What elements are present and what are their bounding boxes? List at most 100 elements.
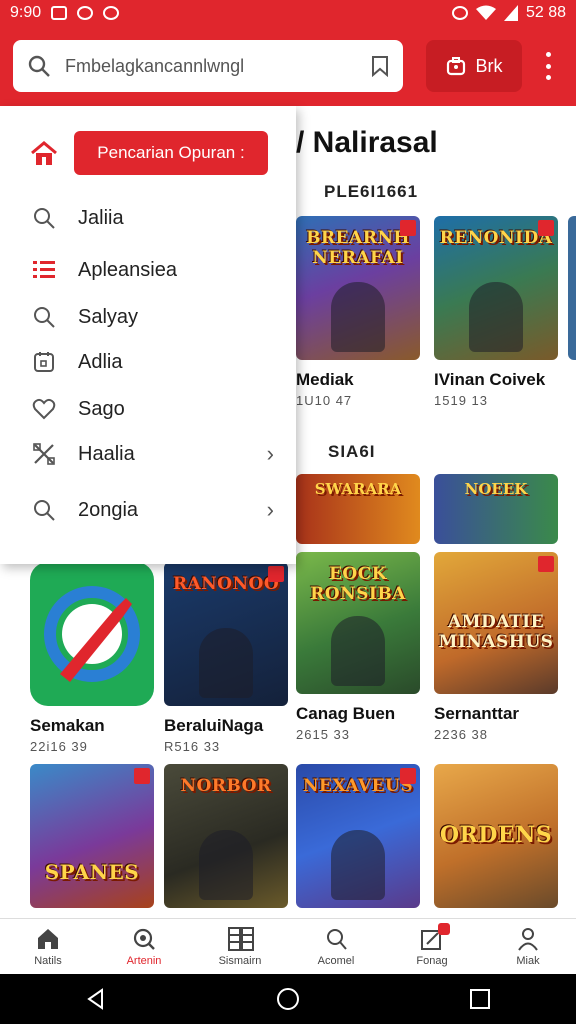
nav-item-explore[interactable]: Acomel <box>288 919 384 974</box>
list-icon <box>32 258 56 282</box>
drawer-item-label: Adlia <box>78 350 123 373</box>
grid-icon <box>228 926 254 951</box>
game-art-title: NORBOR <box>180 776 272 796</box>
bottom-navigation: Natils Artenin Sismairn Acomel Fonag Mia… <box>0 918 576 974</box>
recents-icon[interactable] <box>468 987 492 1011</box>
game-thumbnail-partial[interactable] <box>568 216 576 360</box>
section-title: / Nalirasal <box>296 126 438 159</box>
search-icon <box>27 54 51 78</box>
search-icon <box>32 498 56 522</box>
game-art-title: ORDENS <box>439 822 553 848</box>
game-thumbnail: EOCK RONSIBA <box>296 552 420 694</box>
game-title: Sernanttar <box>434 704 520 723</box>
back-icon[interactable] <box>84 987 108 1011</box>
drawer-item-label: Haalia <box>78 442 135 465</box>
home-icon[interactable] <box>30 141 57 165</box>
app-notification-icon <box>77 6 94 20</box>
app-title: Semakan <box>30 716 105 735</box>
person-icon <box>516 927 540 951</box>
chevron-right-icon: › <box>266 497 274 522</box>
drawer-item-label: Salyay <box>78 305 139 328</box>
game-meta: 1519 13 <box>434 393 488 408</box>
drawer-item-2ongia[interactable]: 2ongia › <box>0 488 296 532</box>
navigation-drawer: Pencarian Opuran : Jaliia Apleansiea Sal… <box>0 106 296 564</box>
drawer-item-apleansiea[interactable]: Apleansiea <box>0 248 296 292</box>
game-card[interactable]: BREARNH NERAFAI Mediak 1U10 47 <box>296 216 420 408</box>
briefcase-icon <box>446 57 465 76</box>
game-card[interactable]: NEXAVEUS <box>296 764 420 908</box>
chevron-right-icon: › <box>266 441 274 466</box>
wifi-icon <box>475 5 496 20</box>
game-art-title: SPANES <box>44 860 140 884</box>
game-card[interactable]: RANONOO BeraluiNaga R516 33 <box>164 562 288 754</box>
drawer-item-haalia[interactable]: Haalia › <box>0 432 296 476</box>
drawer-item-sago[interactable]: Sago <box>0 387 296 431</box>
alarm-icon <box>103 6 120 20</box>
nav-label: Artenin <box>126 954 162 967</box>
game-card[interactable]: SPANES <box>30 764 154 908</box>
subsection-label: PLE6I1661 <box>324 182 419 201</box>
heart-icon <box>32 397 56 421</box>
game-banner[interactable]: SWARARA <box>296 474 420 544</box>
nav-item-profile[interactable]: Miak <box>480 919 576 974</box>
game-card[interactable]: AMDATIE MINASHUS Sernanttar 2236 38 <box>434 552 558 742</box>
drawer-item-salyay[interactable]: Salyay <box>0 295 296 339</box>
drawer-item-label: Sago <box>78 397 125 420</box>
game-card[interactable]: EOCK RONSIBA Canag Buen 2615 33 <box>296 552 420 742</box>
game-thumbnail: RENONIDA <box>434 216 558 360</box>
share-icon <box>420 922 450 951</box>
nav-label: Acomel <box>317 954 355 967</box>
search-icon <box>132 927 156 951</box>
system-navigation-bar <box>0 974 576 1024</box>
game-meta: R516 33 <box>164 739 221 754</box>
drawer-item-label: Jaliia <box>78 206 124 229</box>
search-icon <box>32 305 56 329</box>
game-thumbnail: AMDATIE MINASHUS <box>434 552 558 694</box>
game-thumbnail: NORBOR <box>164 764 288 908</box>
status-bar: 9:90 52 88 <box>0 0 576 26</box>
search-input[interactable]: Fmbelagkancannlwngl <box>13 40 403 92</box>
game-thumbnail: SPANES <box>30 764 154 908</box>
battery-text: 52 88 <box>525 4 566 21</box>
more-options-icon[interactable] <box>536 52 560 80</box>
header-action-label: Brk <box>475 55 503 76</box>
game-thumbnail: NEXAVEUS <box>296 764 420 908</box>
home-icon <box>36 927 60 951</box>
game-meta: 2615 33 <box>296 727 350 742</box>
status-time: 9:90 <box>10 4 42 21</box>
game-card[interactable]: RENONIDA IVinan Coivek 1519 13 <box>434 216 558 408</box>
bookmark-icon[interactable] <box>371 55 389 78</box>
search-options-button[interactable]: Pencarian Opuran : <box>74 131 268 175</box>
nav-label: Miak <box>516 954 540 967</box>
game-banner[interactable]: NOEEK <box>434 474 558 544</box>
game-title: IVinan Coivek <box>434 370 546 389</box>
nav-item-search[interactable]: Artenin <box>96 919 192 974</box>
search-icon <box>32 206 56 230</box>
home-circle-icon[interactable] <box>276 987 300 1011</box>
notification-badge <box>438 922 450 935</box>
search-icon <box>324 927 348 951</box>
app-header: Fmbelagkancannlwngl Brk <box>0 26 576 106</box>
drawer-item-adlia[interactable]: Adlia <box>0 340 296 384</box>
game-meta: 2236 38 <box>434 727 488 742</box>
game-card[interactable]: ORDENS <box>434 764 558 908</box>
header-action-button[interactable]: Brk <box>426 40 522 92</box>
drawer-item-jaliia[interactable]: Jaliia <box>0 196 296 240</box>
app-meta: 22i16 39 <box>30 739 88 754</box>
app-card[interactable]: Semakan 22i16 39 <box>30 562 154 754</box>
drawer-item-label: 2ongia <box>78 498 139 521</box>
nav-item-grid[interactable]: Sismairn <box>192 919 288 974</box>
game-thumbnail: RANONOO <box>164 562 288 706</box>
nav-label: Sismairn <box>218 954 262 967</box>
nav-item-home[interactable]: Natils <box>0 919 96 974</box>
tools-icon <box>32 442 56 466</box>
banner-art-title: NOEEK <box>464 480 528 498</box>
nav-item-share[interactable]: Fonag <box>384 919 480 974</box>
game-title: Mediak <box>296 370 354 389</box>
game-card[interactable]: NORBOR <box>164 764 288 908</box>
calendar-icon <box>32 350 56 374</box>
nav-label: Natils <box>34 954 62 967</box>
nav-label: Fonag <box>416 954 448 967</box>
mail-icon <box>51 6 68 20</box>
app-icon-thumbnail <box>30 562 154 706</box>
